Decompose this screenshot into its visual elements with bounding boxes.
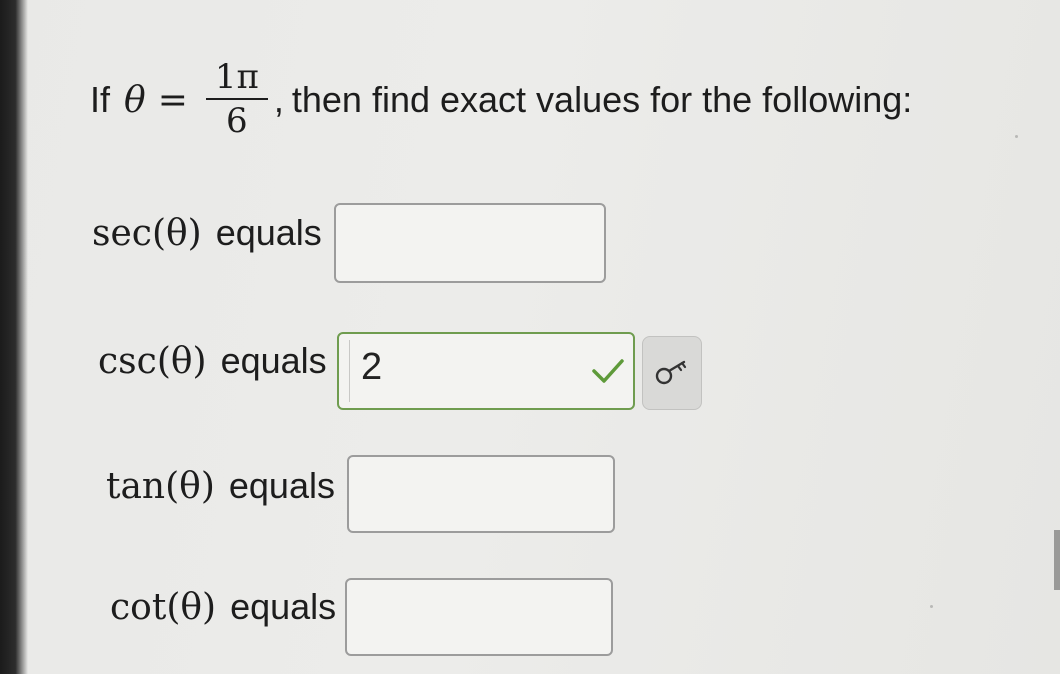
key-button[interactable]	[642, 336, 702, 410]
sec-row: sec (θ) equals	[92, 212, 322, 254]
tan-answer-input[interactable]	[347, 455, 615, 533]
csc-answer-input[interactable]: 2	[337, 332, 635, 410]
question-statement: If θ = 1π 6 , then find exact values for…	[90, 50, 912, 150]
function-name: sec	[92, 212, 152, 254]
equals-sign: =	[157, 79, 188, 121]
cot-label: cot (θ) equals	[110, 586, 336, 628]
function-argument: (θ)	[156, 340, 207, 382]
csc-row: csc (θ) equals	[98, 340, 327, 382]
cot-row: cot (θ) equals	[110, 586, 336, 628]
tan-row: tan (θ) equals	[106, 465, 335, 507]
fraction-numerator: 1π	[214, 57, 259, 98]
function-argument: (θ)	[166, 586, 217, 628]
input-divider	[349, 340, 350, 402]
cot-answer-input[interactable]	[345, 578, 613, 656]
question-suffix: then find exact values for the following…	[291, 79, 913, 120]
function-name: csc	[98, 340, 157, 382]
photo-right-edge	[1054, 530, 1060, 590]
csc-answer-value: 2	[361, 346, 383, 388]
question-prefix: If	[90, 79, 111, 120]
angle-fraction: 1π 6	[205, 57, 268, 141]
key-icon	[655, 360, 687, 385]
check-icon	[592, 359, 624, 383]
sec-label: sec (θ) equals	[92, 212, 322, 254]
function-argument: (θ)	[151, 212, 202, 254]
question-comma: ,	[273, 79, 284, 120]
equals-word: equals	[230, 586, 337, 627]
fraction-denominator: 6	[226, 101, 248, 141]
equals-word: equals	[220, 340, 327, 381]
equals-word: equals	[228, 465, 335, 506]
function-name: tan	[106, 465, 166, 507]
sec-answer-input[interactable]	[334, 203, 606, 283]
function-argument: (θ)	[165, 465, 215, 507]
tan-label: tan (θ) equals	[106, 465, 335, 507]
background-speck	[1015, 135, 1018, 138]
background-speck	[930, 605, 933, 608]
theta-symbol: θ	[124, 79, 146, 121]
photo-left-shadow	[0, 0, 28, 674]
equals-word: equals	[215, 212, 322, 253]
function-name: cot	[110, 586, 167, 628]
csc-label: csc (θ) equals	[98, 340, 327, 382]
